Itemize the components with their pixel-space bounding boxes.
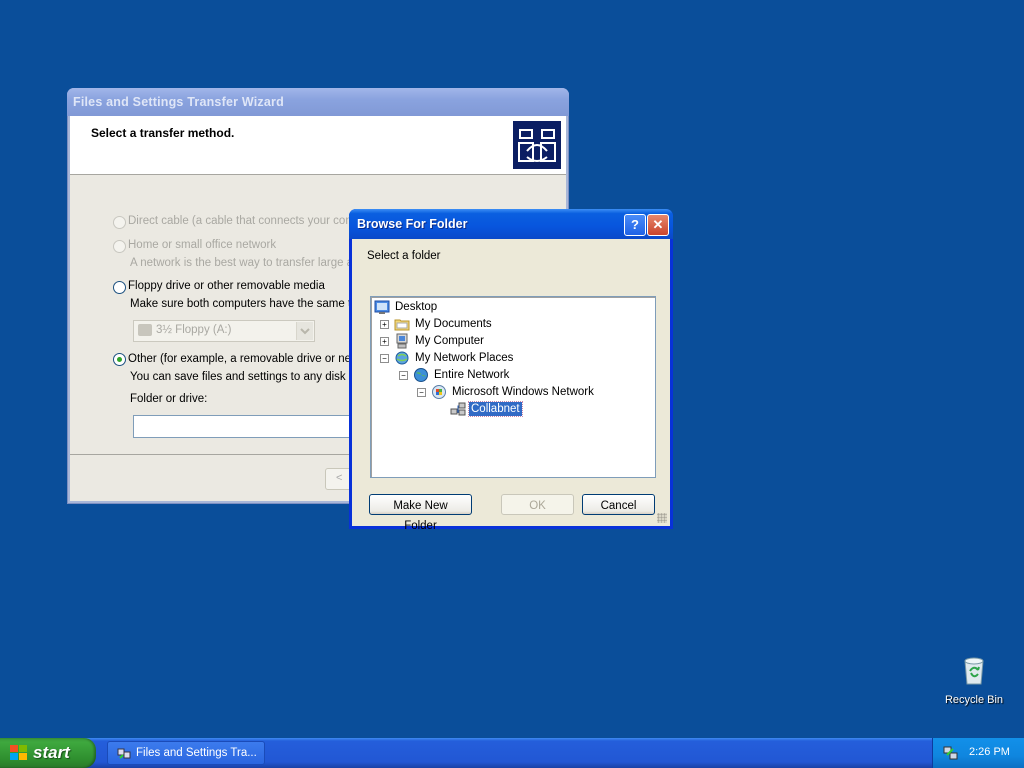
recycle-bin-label: Recycle Bin	[944, 694, 1004, 706]
tree-item-microsoft-windows-network[interactable]: Microsoft Windows Network	[431, 384, 596, 400]
tree-label: Desktop	[395, 301, 438, 313]
cancel-button[interactable]: Cancel	[582, 494, 655, 515]
wizard-title: Files and Settings Transfer Wizard	[73, 95, 284, 109]
system-tray: 2:26 PM	[932, 738, 1024, 768]
radio-home-network	[113, 240, 126, 253]
wizard-heading: Select a transfer method.	[91, 126, 235, 140]
floppy-drive-icon	[138, 324, 152, 336]
tree-item-my-documents[interactable]: My Documents	[394, 316, 494, 332]
collapse-icon[interactable]: −	[417, 388, 426, 397]
browse-title: Browse For Folder	[357, 217, 468, 231]
tree-item-my-network-places[interactable]: My Network Places	[394, 350, 515, 366]
workgroup-icon	[450, 401, 466, 417]
radio-floppy[interactable]	[113, 281, 126, 294]
browse-client: Select a folder Desktop + My Documents +	[352, 239, 670, 532]
wizard-titlebar[interactable]: Files and Settings Transfer Wizard	[67, 88, 569, 116]
network-tray-icon[interactable]	[943, 745, 959, 764]
tree-item-desktop[interactable]: Desktop	[374, 299, 439, 315]
ok-button: OK	[501, 494, 574, 515]
start-label: start	[33, 743, 70, 762]
tree-label: My Network Places	[415, 352, 514, 364]
radio-other[interactable]	[113, 353, 126, 366]
close-icon: ✕	[652, 217, 664, 232]
browse-for-folder-dialog: Browse For Folder ? ✕ Select a folder De…	[349, 209, 673, 532]
tree-label: Entire Network	[434, 369, 510, 381]
transfer-wizard-icon	[117, 746, 131, 763]
option-other-label[interactable]: Other (for example, a removable drive or…	[128, 353, 369, 365]
floppy-drive-value: 3½ Floppy (A:)	[156, 324, 232, 336]
tree-item-entire-network[interactable]: Entire Network	[413, 367, 511, 383]
desktop-icon	[374, 299, 390, 315]
recycle-bin-shortcut[interactable]: Recycle Bin	[941, 655, 1007, 706]
computer-icon	[394, 333, 410, 349]
expand-icon[interactable]: +	[380, 320, 389, 329]
folder-or-drive-label: Folder or drive:	[130, 393, 208, 405]
transfer-wizard-logo-icon	[513, 121, 561, 169]
back-button-label: <	[336, 472, 343, 484]
folder-tree[interactable]: Desktop + My Documents + My Computer − M…	[370, 296, 656, 478]
tree-label: My Computer	[415, 335, 485, 347]
chevron-down-icon	[296, 322, 313, 340]
option-other-desc: You can save files and settings to any d…	[130, 371, 368, 383]
clock[interactable]: 2:26 PM	[969, 746, 1010, 758]
help-button[interactable]: ?	[624, 214, 646, 236]
browse-prompt: Select a folder	[367, 250, 441, 262]
floppy-drive-select: 3½ Floppy (A:)	[133, 320, 315, 342]
start-button[interactable]: start	[0, 738, 96, 768]
tree-label: Microsoft Windows Network	[452, 386, 594, 398]
resize-grip[interactable]	[657, 513, 667, 523]
tree-label-selected: Collabnet	[468, 401, 523, 417]
globe-icon	[413, 367, 429, 383]
collapse-icon[interactable]: −	[380, 354, 389, 363]
network-places-icon	[394, 350, 410, 366]
option-floppy-label[interactable]: Floppy drive or other removable media	[128, 280, 325, 292]
option-floppy-desc: Make sure both computers have the same t…	[130, 298, 370, 310]
tree-item-collabnet[interactable]: Collabnet	[450, 401, 523, 417]
help-icon: ?	[631, 217, 639, 232]
option-home-network-label: Home or small office network	[128, 239, 277, 251]
browse-titlebar[interactable]: Browse For Folder ? ✕	[349, 209, 673, 239]
tree-item-my-computer[interactable]: My Computer	[394, 333, 486, 349]
folder-or-drive-input[interactable]	[133, 415, 365, 438]
taskbar-item-transfer-wizard[interactable]: Files and Settings Tra...	[107, 741, 265, 765]
taskbar-item-label: Files and Settings Tra...	[136, 747, 257, 759]
windows-logo-icon	[10, 745, 28, 764]
close-button[interactable]: ✕	[647, 214, 669, 236]
tree-label: My Documents	[415, 318, 492, 330]
windows-network-icon	[431, 384, 447, 400]
recycle-bin-icon	[958, 655, 990, 690]
option-home-network-desc: A network is the best way to transfer la…	[130, 257, 370, 269]
radio-direct-cable	[113, 216, 126, 229]
collapse-icon[interactable]: −	[399, 371, 408, 380]
expand-icon[interactable]: +	[380, 337, 389, 346]
make-new-folder-button[interactable]: Make New Folder	[369, 494, 472, 532]
taskbar: start Files and Settings Tra... 2:26 PM	[0, 738, 1024, 768]
wizard-header: Select a transfer method.	[70, 116, 566, 175]
folder-icon	[394, 316, 410, 332]
